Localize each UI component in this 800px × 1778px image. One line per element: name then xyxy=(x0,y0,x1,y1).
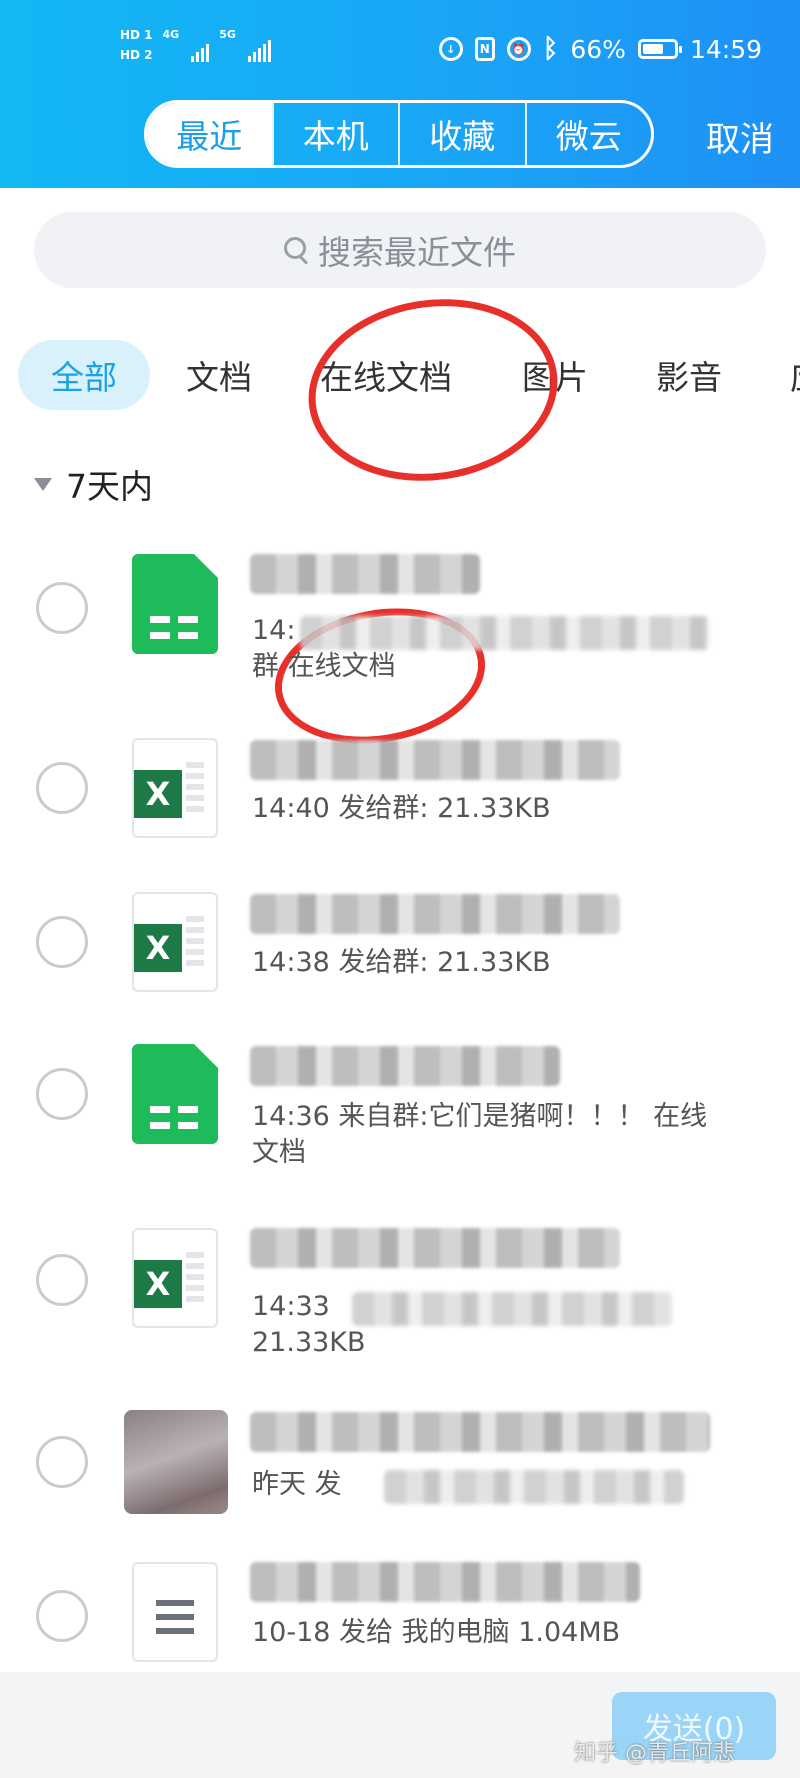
file-name-redacted xyxy=(250,1562,640,1602)
file-name-redacted xyxy=(250,1046,560,1086)
excel-icon: X xyxy=(132,738,218,838)
cancel-button[interactable]: 取消 xyxy=(706,112,774,161)
file-meta: 14: xyxy=(252,615,296,646)
select-radio[interactable] xyxy=(36,1068,88,1120)
online-sheet-icon xyxy=(132,554,218,654)
signal-icon xyxy=(191,28,210,62)
alarm-icon: ⏰ xyxy=(506,37,531,61)
search-placeholder: 搜索最近文件 xyxy=(318,233,516,272)
category-all[interactable]: 全部 xyxy=(18,340,150,410)
file-meta-line2: 21.33KB xyxy=(252,1327,366,1358)
signal-icon-2 xyxy=(247,28,271,62)
excel-icon: X xyxy=(132,892,218,992)
battery-icon xyxy=(637,39,682,59)
select-radio[interactable] xyxy=(36,1436,88,1488)
search-icon xyxy=(284,237,310,263)
online-sheet-icon xyxy=(132,1044,218,1144)
select-radio[interactable] xyxy=(36,916,88,968)
file-meta: 14:33 xyxy=(252,1291,330,1322)
meta-redacted xyxy=(352,1292,672,1326)
tab-recent[interactable]: 最近 xyxy=(147,103,272,165)
select-radio[interactable] xyxy=(36,582,88,634)
document-icon xyxy=(132,1562,218,1662)
file-list-item[interactable]: X 14:40 发给群: 21.33KB xyxy=(0,730,800,870)
select-radio[interactable] xyxy=(36,1590,88,1642)
bluetooth-icon: ᛒ xyxy=(542,34,559,64)
select-radio[interactable] xyxy=(36,1254,88,1306)
status-bar: HD 1 HD 2 4G 5G ↓ N ⏰ ᛒ 66% 14:59 xyxy=(0,0,800,100)
file-meta: 14:36 来自群:它们是猪啊！！！ 在线 xyxy=(252,1101,708,1132)
file-name-redacted xyxy=(250,1228,620,1268)
file-meta: 14:38 发给群: 21.33KB xyxy=(252,947,551,978)
group-label: 7天内 xyxy=(66,467,153,506)
tab-weiyun[interactable]: 微云 xyxy=(524,103,652,165)
file-list-item[interactable]: X 14:33 21.33KB xyxy=(0,1222,800,1392)
file-name-redacted xyxy=(250,740,620,780)
network-type-1: 4G xyxy=(162,28,180,41)
meta-redacted xyxy=(384,1470,684,1504)
file-meta-line2: 文档 xyxy=(252,1137,306,1168)
file-meta-line2: 群 在线文档 xyxy=(252,651,396,682)
category-media[interactable]: 影音 xyxy=(656,340,722,410)
file-list-item[interactable]: 昨天 发 xyxy=(0,1400,800,1550)
tab-local[interactable]: 本机 xyxy=(271,103,399,165)
battery-percent: 66% xyxy=(570,34,626,64)
hd2-label: HD 2 xyxy=(120,48,153,62)
search-input[interactable]: 搜索最近文件 xyxy=(34,212,766,288)
annotation-circle-tab xyxy=(296,283,570,497)
excel-icon: X xyxy=(132,1228,218,1328)
file-name-redacted xyxy=(250,554,480,594)
source-tabs: 最近 本机 收藏 微云 xyxy=(144,100,654,168)
nfc-icon: N xyxy=(474,37,495,61)
tab-favorites[interactable]: 收藏 xyxy=(398,103,525,165)
group-header[interactable]: 7天内 xyxy=(34,460,153,508)
hd-icon: HD 1 HD 2 xyxy=(120,28,153,62)
data-saver-icon: ↓ xyxy=(438,37,463,61)
file-meta: 14:40 发给群: 21.33KB xyxy=(252,793,551,824)
file-name-redacted xyxy=(250,894,620,934)
image-thumbnail xyxy=(124,1410,228,1514)
file-list-item[interactable]: 14: 群 在线文档 xyxy=(0,540,800,700)
select-radio[interactable] xyxy=(36,762,88,814)
category-apps[interactable]: 应 xyxy=(790,340,800,410)
file-name-redacted xyxy=(250,1412,710,1452)
collapse-triangle-icon xyxy=(34,477,52,491)
file-list-item[interactable]: X 14:38 发给群: 21.33KB xyxy=(0,884,800,1024)
file-meta: 昨天 发 xyxy=(252,1469,342,1500)
top-bar: HD 1 HD 2 4G 5G ↓ N ⏰ ᛒ 66% 14:59 最近 本机 … xyxy=(0,0,800,188)
category-documents[interactable]: 文档 xyxy=(186,340,252,410)
file-list-item[interactable]: 10-18 发给 我的电脑 1.04MB xyxy=(0,1558,800,1672)
status-right: ↓ N ⏰ ᛒ 66% 14:59 xyxy=(438,34,762,64)
hd1-label: HD 1 xyxy=(120,28,153,42)
file-list-item[interactable]: 14:36 来自群:它们是猪啊！！！ 在线 文档 xyxy=(0,1036,800,1206)
watermark: 知乎 @青丘阿悲 xyxy=(574,1741,735,1766)
file-meta: 10-18 发给 我的电脑 1.04MB xyxy=(252,1617,621,1648)
signal-group: HD 1 HD 2 4G 5G xyxy=(120,28,271,62)
clock: 14:59 xyxy=(689,34,762,64)
network-type-2: 5G xyxy=(219,28,236,41)
meta-redacted xyxy=(300,616,710,650)
